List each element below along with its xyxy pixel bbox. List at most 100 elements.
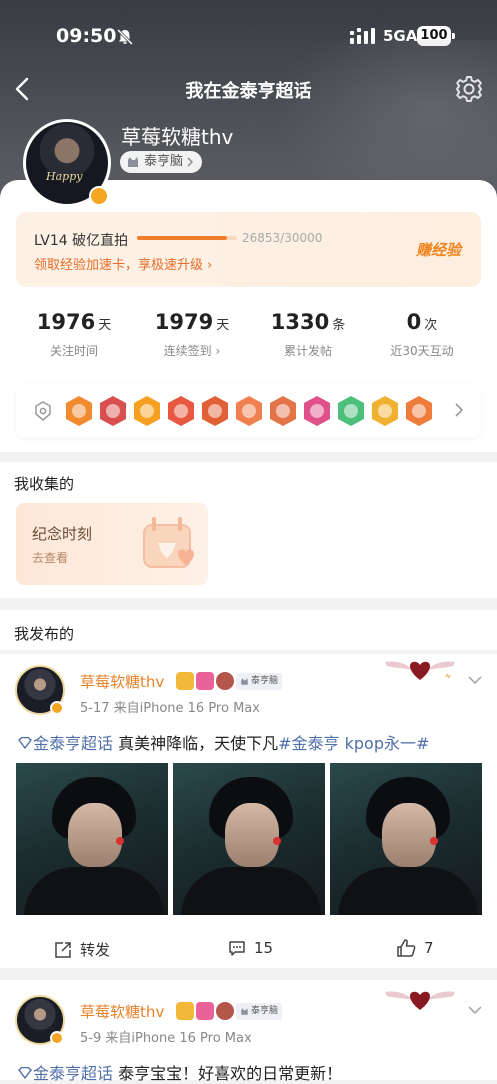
stat-unit: 次 xyxy=(424,318,438,333)
winged-heart-icon xyxy=(385,991,455,1010)
chevron-down-icon[interactable] xyxy=(467,1004,483,1016)
achievement-badge-icon[interactable] xyxy=(336,395,366,427)
verified-badge-icon xyxy=(50,1031,64,1045)
chevron-down-icon[interactable] xyxy=(467,674,483,686)
supertopic-label: 金泰亨超话 xyxy=(33,734,114,753)
post-image[interactable] xyxy=(16,763,168,915)
stats-row: 1976 天 关注时间 1979 天 连续签到 › 1330 条 累计发帖 0次 近3… xyxy=(0,310,497,370)
achievement-badge-icon[interactable] xyxy=(302,395,332,427)
post-tag-label: 泰亨脑 xyxy=(251,675,279,686)
avatar-caption: Happy xyxy=(46,170,83,183)
post-meta: 5-17 来自iPhone 16 Pro Max xyxy=(80,701,260,716)
thumbs-up-icon xyxy=(397,939,416,957)
stat-value: 1330 xyxy=(270,310,330,334)
post-author-name[interactable]: 草莓软糖thv xyxy=(80,1001,164,1022)
post-image[interactable] xyxy=(173,763,325,915)
supertopic-link[interactable]: 金泰亨超话 xyxy=(17,734,113,753)
level-boost-text: 领取经验加速卡，享极速升级 xyxy=(34,258,204,273)
status-bar: 09:50 5GA 100 xyxy=(0,22,497,52)
stat-value: 0 xyxy=(406,310,422,334)
profile-fan-tag[interactable]: 泰亨脑 xyxy=(120,151,203,173)
level-boost-link[interactable]: 领取经验加速卡，享极速升级 › xyxy=(34,254,212,273)
like-button[interactable]: 7 xyxy=(396,939,434,957)
level-title: LV14 破亿直拍 xyxy=(34,233,129,249)
stat-label: 连续签到 › xyxy=(163,344,221,358)
settings-gear-icon[interactable] xyxy=(455,75,483,103)
level-panel[interactable]: LV14 破亿直拍 26853/30000 领取经验加速卡，享极速升级 › 赚经… xyxy=(16,212,481,287)
crown-badge-icon xyxy=(176,1002,194,1020)
diamond-badge-icon xyxy=(196,672,214,690)
memory-card-title: 纪念时刻 xyxy=(32,525,93,543)
achievement-badge-icon[interactable] xyxy=(132,395,162,427)
post-fan-tag: 泰亨脑 xyxy=(236,1002,283,1020)
post-author-name[interactable]: 草莓软糖thv xyxy=(80,671,164,692)
image-earring xyxy=(273,837,281,845)
achievement-badge-icon[interactable] xyxy=(370,395,400,427)
post-author-badges: 泰亨脑 xyxy=(176,1002,283,1020)
verified-badge-icon xyxy=(89,186,109,206)
stat-follow-days: 1976 天 关注时间 xyxy=(12,310,136,359)
character-badge-icon xyxy=(216,1002,234,1020)
achievement-badge-icon[interactable] xyxy=(268,395,298,427)
status-time: 09:50 xyxy=(56,25,117,47)
chevron-right-icon[interactable] xyxy=(453,402,465,418)
achievement-badge-icon[interactable] xyxy=(98,395,128,427)
stat-interactions: 0次 近30天互动 xyxy=(360,310,484,359)
page-title: 我在金泰亨超话 xyxy=(185,81,312,102)
level-progress-bar xyxy=(137,236,237,240)
network-label: 5GA xyxy=(383,27,418,45)
stat-value: 1976 xyxy=(36,310,96,334)
diamond-badge-icon xyxy=(196,1002,214,1020)
cat-icon xyxy=(241,677,248,685)
post-meta: 5-9 来自iPhone 16 Pro Max xyxy=(80,1031,252,1046)
post-fan-tag: 泰亨脑 xyxy=(236,672,283,690)
stat-total-posts: 1330 条 累计发帖 xyxy=(246,310,370,359)
repost-button[interactable]: 转发 xyxy=(54,939,110,960)
level-progress-fill xyxy=(137,236,227,240)
diamond-topic-icon xyxy=(18,736,32,750)
chevron-right-icon xyxy=(187,157,194,167)
stat-value: 1979 xyxy=(154,310,214,334)
earn-exp-button[interactable]: 赚经验 xyxy=(416,239,461,260)
memory-moments-card[interactable]: 纪念时刻 去查看 xyxy=(16,503,208,585)
badges-row[interactable] xyxy=(16,384,481,438)
character-badge-icon xyxy=(216,672,234,690)
image-earring xyxy=(430,837,438,845)
image-figure-face xyxy=(382,803,436,867)
achievement-badge-icon[interactable] xyxy=(234,395,264,427)
post-body: 泰亨宝宝！好喜欢的日常更新！ xyxy=(113,1064,343,1083)
level-progress-text: 26853/30000 xyxy=(242,231,323,245)
section-divider xyxy=(0,598,497,610)
stat-label: 关注时间 xyxy=(49,344,98,358)
achievement-badge-icon[interactable] xyxy=(404,395,434,427)
mute-bell-icon xyxy=(116,28,134,46)
stat-unit: 天 xyxy=(98,318,112,333)
comment-button[interactable]: 15 xyxy=(228,939,273,957)
stat-label: 近30天互动 xyxy=(390,344,454,358)
supertopic-link[interactable]: 金泰亨超话 xyxy=(17,1064,113,1083)
badge-settings-icon[interactable] xyxy=(34,401,52,421)
image-figure-coat xyxy=(338,867,478,915)
calendar-heart-icon xyxy=(143,517,194,568)
achievement-badge-icon[interactable] xyxy=(166,395,196,427)
battery-indicator: 100 xyxy=(417,26,455,46)
profile-name[interactable]: 草莓软糖thv xyxy=(121,121,233,150)
post-image[interactable] xyxy=(330,763,482,915)
achievement-badge-icon[interactable] xyxy=(64,395,94,427)
collection-title: 我收集的 xyxy=(14,475,75,493)
image-figure-face xyxy=(68,803,122,867)
cat-icon xyxy=(241,1007,248,1015)
post-tag-label: 泰亨脑 xyxy=(251,1005,279,1016)
posts-section-title: 我发布的 xyxy=(14,625,75,643)
comment-count: 15 xyxy=(254,939,274,957)
hashtag-link[interactable]: #金泰亨 kpop永一# xyxy=(278,734,429,753)
stat-checkin-days[interactable]: 1979 天 连续签到 › xyxy=(130,310,254,359)
image-figure-coat xyxy=(24,867,164,915)
image-figure-coat xyxy=(181,867,321,915)
section-divider xyxy=(0,968,497,980)
image-figure-face xyxy=(225,803,279,867)
diamond-topic-icon xyxy=(18,1066,32,1080)
verified-badge-icon xyxy=(50,701,64,715)
supertopic-label: 金泰亨超话 xyxy=(33,1064,114,1083)
achievement-badge-icon[interactable] xyxy=(200,395,230,427)
